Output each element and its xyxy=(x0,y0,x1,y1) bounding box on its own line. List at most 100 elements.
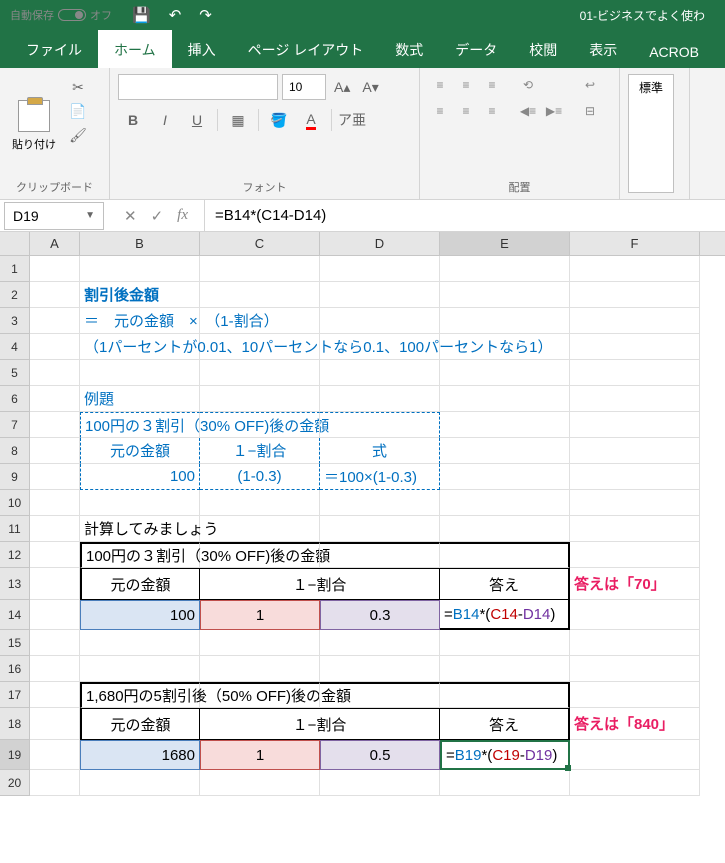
cell[interactable] xyxy=(570,360,700,386)
cell[interactable] xyxy=(200,360,320,386)
row-header[interactable]: 13 xyxy=(0,568,30,600)
cell[interactable]: 100円の３割引（30% OFF)後の金額 xyxy=(80,412,200,438)
cell[interactable]: 割引後金額 xyxy=(80,282,200,308)
row-header[interactable]: 10 xyxy=(0,490,30,516)
cell[interactable]: 元の金額 xyxy=(80,568,200,600)
cell[interactable]: １−割合 xyxy=(200,438,320,464)
cell[interactable] xyxy=(570,516,700,542)
row-header[interactable]: 9 xyxy=(0,464,30,490)
cell[interactable]: 0.5 xyxy=(320,740,440,770)
cell[interactable] xyxy=(30,282,80,308)
cell[interactable] xyxy=(200,770,320,796)
tab-data[interactable]: データ xyxy=(439,30,513,68)
merge-center-icon[interactable]: ⊟ xyxy=(578,100,602,122)
fill-color-button[interactable]: 🪣 xyxy=(264,106,294,134)
cell[interactable] xyxy=(30,516,80,542)
cell[interactable]: 答え xyxy=(440,568,570,600)
cell[interactable] xyxy=(320,490,440,516)
font-size-input[interactable]: 10 xyxy=(282,74,326,100)
cell[interactable]: ＝100×(1-0.3) xyxy=(320,464,440,490)
paste-button[interactable]: 貼り付け xyxy=(8,74,60,177)
tab-insert[interactable]: 挿入 xyxy=(172,30,232,68)
wrap-text-icon[interactable]: ↩ xyxy=(578,74,602,96)
cell[interactable] xyxy=(30,630,80,656)
cell[interactable] xyxy=(200,542,320,568)
row-header[interactable]: 3 xyxy=(0,308,30,334)
row-header[interactable]: 8 xyxy=(0,438,30,464)
copy-icon[interactable]: 📄 xyxy=(68,102,88,120)
cell[interactable] xyxy=(200,630,320,656)
col-header-f[interactable]: F xyxy=(570,232,700,255)
cell[interactable]: 例題 xyxy=(80,386,200,412)
cell[interactable] xyxy=(200,656,320,682)
cell[interactable]: 式 xyxy=(320,438,440,464)
cell[interactable]: 100 xyxy=(80,600,200,630)
cell[interactable] xyxy=(440,630,570,656)
cell[interactable]: =B14*(C14-D14) xyxy=(440,600,570,630)
cell[interactable] xyxy=(30,438,80,464)
bold-button[interactable]: B xyxy=(118,106,148,134)
tab-view[interactable]: 表示 xyxy=(573,30,633,68)
cell[interactable]: 100 xyxy=(80,464,200,490)
cell[interactable] xyxy=(320,308,440,334)
cell[interactable] xyxy=(80,770,200,796)
chevron-down-icon[interactable]: ▼ xyxy=(85,210,95,221)
cell[interactable]: 元の金額 xyxy=(80,708,200,740)
cell[interactable] xyxy=(30,770,80,796)
cell[interactable] xyxy=(30,256,80,282)
row-header[interactable]: 1 xyxy=(0,256,30,282)
cell[interactable] xyxy=(440,308,570,334)
align-center-icon[interactable]: ≡ xyxy=(454,100,478,122)
col-header-a[interactable]: A xyxy=(30,232,80,255)
cell[interactable] xyxy=(30,464,80,490)
tab-file[interactable]: ファイル xyxy=(10,30,98,68)
col-header-b[interactable]: B xyxy=(80,232,200,255)
cell[interactable] xyxy=(440,490,570,516)
underline-button[interactable]: U xyxy=(182,106,212,134)
spreadsheet-grid[interactable]: A B C D E F 1 2割引後金額 3＝ 元の金額 × （1-割合） 4（… xyxy=(0,232,725,796)
select-all-corner[interactable] xyxy=(0,232,30,255)
cell[interactable] xyxy=(30,490,80,516)
name-box[interactable]: D19 ▼ xyxy=(4,202,104,230)
tab-page-layout[interactable]: ページ レイアウト xyxy=(232,30,380,68)
redo-icon[interactable]: ↷ xyxy=(199,6,212,24)
cell[interactable] xyxy=(200,490,320,516)
cell[interactable] xyxy=(80,256,200,282)
cell[interactable]: (1-0.3) xyxy=(200,464,320,490)
grow-font-icon[interactable]: A▴ xyxy=(330,79,354,96)
cell[interactable] xyxy=(200,682,320,708)
cell[interactable] xyxy=(440,464,570,490)
shrink-font-icon[interactable]: A▾ xyxy=(358,79,382,96)
cell[interactable] xyxy=(440,542,570,568)
indent-decrease-icon[interactable]: ◀≡ xyxy=(516,100,540,122)
cell[interactable] xyxy=(440,516,570,542)
row-header[interactable]: 2 xyxy=(0,282,30,308)
indent-increase-icon[interactable]: ▶≡ xyxy=(542,100,566,122)
row-header[interactable]: 15 xyxy=(0,630,30,656)
cell[interactable]: １−割合 xyxy=(200,568,440,600)
tab-formulas[interactable]: 数式 xyxy=(379,30,439,68)
border-button[interactable]: ▦ xyxy=(223,106,253,134)
cell[interactable]: 計算してみましょう xyxy=(80,516,200,542)
cell[interactable] xyxy=(440,282,570,308)
cell[interactable] xyxy=(440,256,570,282)
row-header[interactable]: 5 xyxy=(0,360,30,386)
cell[interactable] xyxy=(320,334,440,360)
cell[interactable] xyxy=(320,282,440,308)
cell[interactable] xyxy=(320,412,440,438)
cell[interactable] xyxy=(30,656,80,682)
cell[interactable] xyxy=(570,386,700,412)
cell[interactable] xyxy=(30,412,80,438)
row-header[interactable]: 17 xyxy=(0,682,30,708)
cell[interactable] xyxy=(570,600,700,630)
autosave-toggle[interactable]: 自動保存 オフ xyxy=(10,7,112,23)
cell[interactable] xyxy=(200,516,320,542)
cell[interactable] xyxy=(440,334,570,360)
cell[interactable]: 1 xyxy=(200,740,320,770)
cell[interactable] xyxy=(570,256,700,282)
orientation-icon[interactable]: ⟲ xyxy=(516,74,540,96)
cell[interactable] xyxy=(440,682,570,708)
cell[interactable] xyxy=(570,656,700,682)
cell[interactable] xyxy=(570,464,700,490)
cell[interactable] xyxy=(570,282,700,308)
